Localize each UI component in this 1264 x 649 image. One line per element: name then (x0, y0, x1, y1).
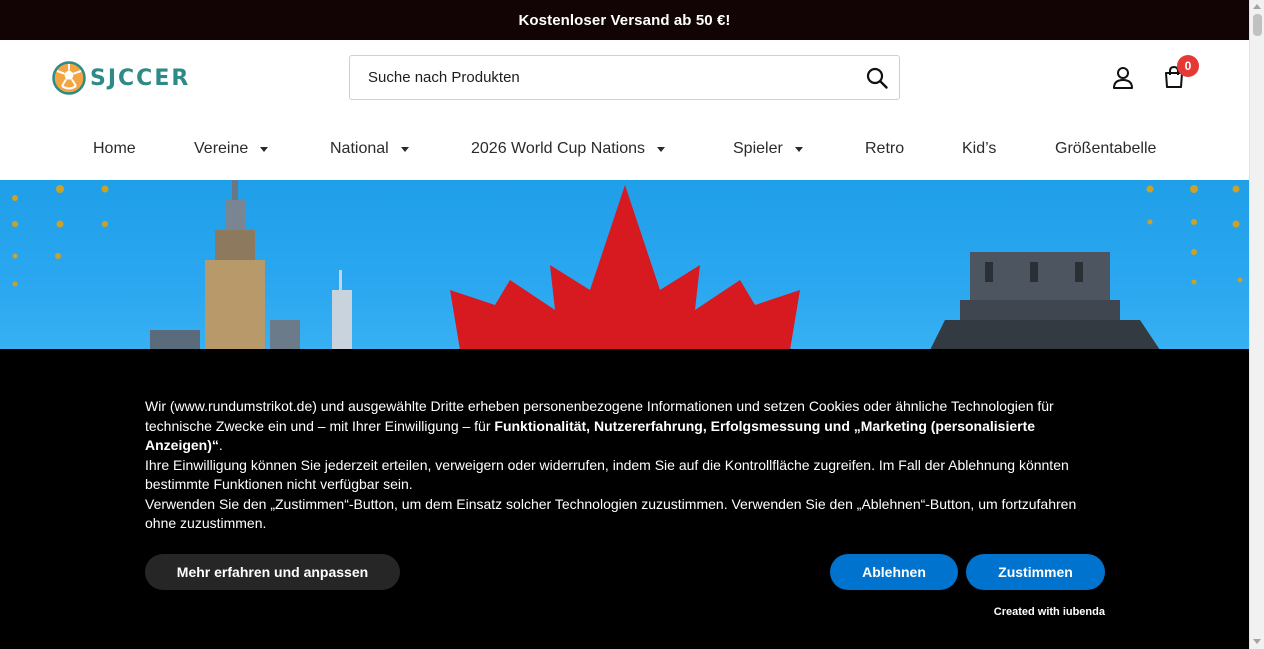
maple-leaf-illustration (450, 185, 800, 350)
cookie-consent-banner: Wir (www.rundumstrikot.de) und ausgewähl… (0, 349, 1249, 649)
nav-item-label: Retro (865, 140, 905, 157)
page: Kostenloser Versand ab 50 €! SJCCER Such… (0, 0, 1264, 649)
cookie-text-span: . (218, 437, 223, 453)
caret-down-icon (657, 146, 666, 152)
scroll-down-arrow-icon[interactable] (1253, 639, 1261, 644)
site-header: SJCCER (0, 40, 1249, 120)
caret-down-icon (400, 146, 409, 152)
nav-item-label: Spieler (733, 140, 783, 157)
nav-item-label: National (330, 140, 389, 157)
announcement-text: Kostenloser Versand ab 50 €! (518, 11, 731, 29)
scroll-up-arrow-icon[interactable] (1253, 4, 1261, 9)
site-logo[interactable]: SJCCER (52, 60, 190, 96)
nav-item-label: Home (93, 140, 136, 157)
cookie-consent-text: Wir (www.rundumstrikot.de) und ausgewähl… (145, 397, 1105, 534)
iubenda-credit-link[interactable]: Created with iubenda (994, 606, 1105, 618)
nav-item-national[interactable]: National (330, 140, 409, 158)
vertical-scrollbar[interactable] (1249, 0, 1264, 649)
cookie-paragraph-1: Wir (www.rundumstrikot.de) und ausgewähl… (145, 397, 1105, 456)
nav-item-spieler[interactable]: Spieler (733, 140, 803, 158)
accept-button[interactable]: Zustimmen (966, 554, 1105, 590)
nav-item-label: Kid’s (962, 140, 997, 157)
logo-text: SJCCER (90, 65, 191, 91)
nav-item-retro[interactable]: Retro (865, 140, 904, 158)
main-nav: Home Vereine National 2026 World Cup Nat… (0, 120, 1249, 180)
nav-item-kids[interactable]: Kid’s (962, 140, 996, 158)
nav-item-label: Vereine (194, 140, 249, 157)
hero-banner[interactable] (0, 180, 1249, 350)
nav-item-label: 2026 World Cup Nations (471, 140, 646, 157)
nav-item-label: Größentabelle (1055, 140, 1157, 157)
nav-item-size-chart[interactable]: Größentabelle (1055, 140, 1156, 158)
user-icon[interactable] (1112, 66, 1134, 90)
learn-more-customize-button[interactable]: Mehr erfahren und anpassen (145, 554, 400, 590)
nav-item-vereine[interactable]: Vereine (194, 140, 269, 158)
soccer-ball-icon (52, 61, 86, 95)
search-input[interactable] (368, 69, 848, 86)
search-bar (349, 55, 900, 100)
skyline-illustration (150, 180, 352, 350)
caret-down-icon (260, 146, 269, 152)
announcement-bar: Kostenloser Versand ab 50 €! (0, 0, 1249, 40)
reject-button[interactable]: Ablehnen (830, 554, 958, 590)
cart-count-badge: 0 (1177, 55, 1199, 77)
cookie-paragraph-2: Ihre Einwilligung können Sie jederzeit e… (145, 456, 1069, 493)
nav-item-world-cup-nations[interactable]: 2026 World Cup Nations (471, 140, 666, 158)
caret-down-icon (794, 146, 803, 152)
nav-item-home[interactable]: Home (93, 140, 136, 158)
pyramid-illustration (930, 252, 1160, 350)
cookie-paragraph-3: Verwenden Sie den „Zustimmen“-Button, um… (145, 495, 1077, 532)
hero-image (12, 180, 1243, 350)
scrollbar-thumb[interactable] (1253, 14, 1262, 36)
search-icon[interactable] (865, 66, 889, 90)
